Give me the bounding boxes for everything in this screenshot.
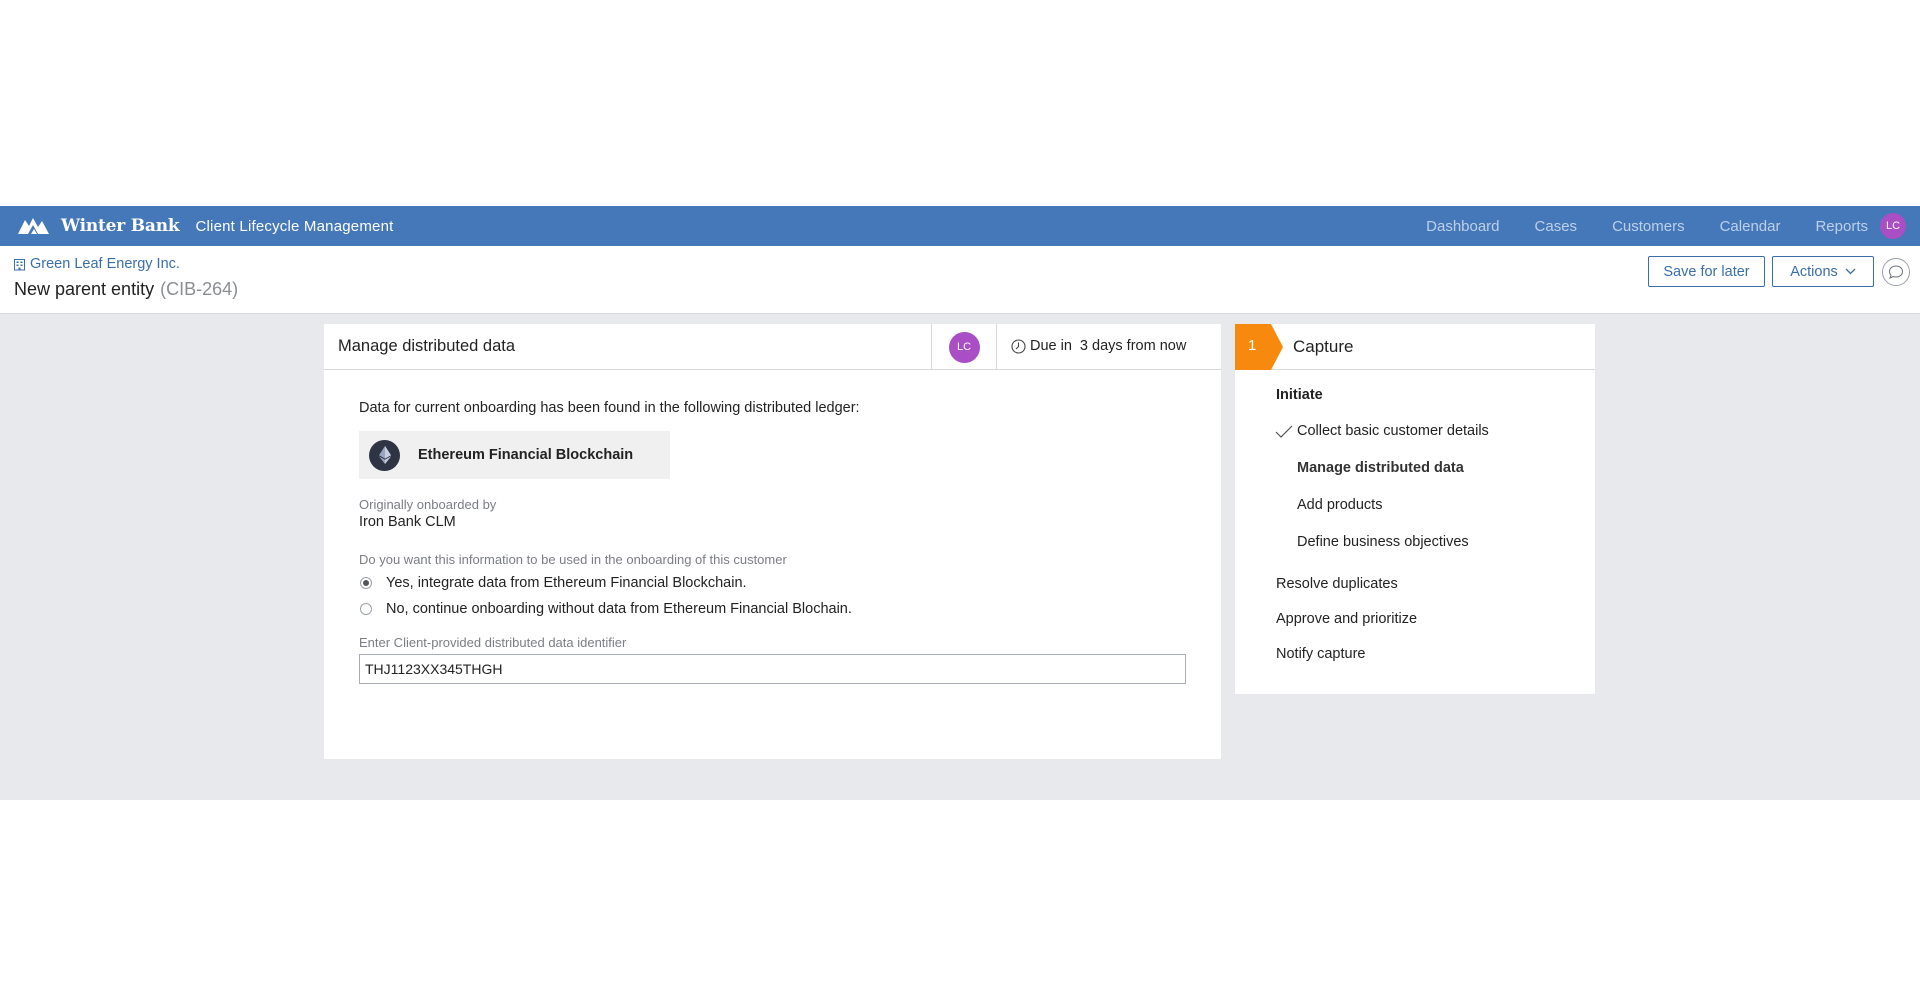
step-collect-details[interactable]: Collect basic customer details (1297, 423, 1489, 439)
stage-number: 1 (1248, 337, 1257, 354)
main-nav: Dashboard Cases Customers Calendar Repor… (1391, 206, 1868, 246)
nav-cases[interactable]: Cases (1535, 218, 1578, 235)
due-label: Due in (1030, 338, 1072, 354)
step-add-products[interactable]: Add products (1297, 497, 1382, 513)
radio-no-label: No, continue onboarding without data fro… (386, 601, 852, 617)
step-approve-prioritize[interactable]: Approve and prioritize (1276, 611, 1417, 627)
stage-title: Capture (1293, 337, 1354, 356)
ledger-name: Ethereum Financial Blockchain (418, 447, 634, 463)
nav-customers[interactable]: Customers (1612, 218, 1685, 235)
entity-title: New parent entity (14, 279, 155, 299)
comments-button[interactable] (1882, 258, 1910, 286)
chat-bubble-icon (1888, 265, 1904, 279)
radio-no-control[interactable] (360, 603, 372, 615)
stage-header: 1 Capture (1235, 324, 1595, 370)
due-value: 3 days from now (1079, 338, 1187, 354)
radio-yes-label: Yes, integrate data from Ethereum Financ… (386, 575, 747, 591)
integration-question: Do you want this information to be used … (359, 552, 787, 567)
clock-icon (1011, 338, 1026, 354)
brand-logo[interactable]: Winter Bank (18, 216, 180, 236)
breadcrumb-label: Green Leaf Energy Inc. (30, 256, 180, 272)
case-id: (CIB-264) (160, 279, 239, 299)
onboarded-by-label: Originally onboarded by (359, 497, 497, 512)
identifier-label: Enter Client-provided distributed data i… (359, 635, 627, 650)
user-avatar[interactable]: LC (1880, 213, 1906, 239)
assignee-avatar[interactable]: LC (948, 331, 980, 363)
stage-chevron-icon (1235, 324, 1283, 370)
due-date: Due in 3 days from now (1011, 338, 1186, 354)
case-header: Green Leaf Energy Inc. New parent entity… (0, 246, 1920, 314)
nav-calendar[interactable]: Calendar (1720, 218, 1781, 235)
identifier-input[interactable] (359, 654, 1186, 684)
step-group-initiate: Initiate (1276, 387, 1323, 403)
brand-name: Winter Bank (61, 216, 180, 236)
ethereum-icon (369, 439, 400, 471)
step-manage-distributed-data[interactable]: Manage distributed data (1297, 460, 1464, 476)
save-button-label: Save for later (1663, 263, 1750, 280)
page-title: New parent entity (CIB-264) (14, 279, 238, 300)
onboarded-by-value: Iron Bank CLM (359, 514, 456, 530)
app-title: Client Lifecycle Management (195, 217, 394, 235)
building-icon (14, 258, 25, 270)
assignee: LC (931, 324, 997, 370)
save-for-later-button[interactable]: Save for later (1648, 256, 1765, 287)
stages-panel: 1 Capture Initiate Collect basic custome… (1235, 324, 1595, 694)
radio-option-no[interactable]: No, continue onboarding without data fro… (360, 601, 852, 617)
actions-button[interactable]: Actions (1772, 256, 1874, 287)
actions-button-label: Actions (1790, 263, 1838, 280)
ledger-intro-text: Data for current onboarding has been fou… (359, 400, 860, 416)
card-title: Manage distributed data (338, 337, 516, 355)
radio-yes-control[interactable] (360, 577, 372, 589)
step-resolve-duplicates[interactable]: Resolve duplicates (1276, 576, 1398, 592)
app-frame: Winter Bank Client Lifecycle Management … (0, 206, 1920, 800)
nav-dashboard[interactable]: Dashboard (1426, 218, 1499, 235)
top-navbar: Winter Bank Client Lifecycle Management … (0, 206, 1920, 246)
breadcrumb[interactable]: Green Leaf Energy Inc. (13, 256, 180, 272)
assignment-card: Manage distributed data LC Due in 3 days… (324, 324, 1221, 759)
chevron-down-icon (1845, 268, 1856, 275)
card-header: Manage distributed data LC Due in 3 days… (324, 324, 1221, 370)
nav-reports[interactable]: Reports (1815, 218, 1868, 235)
winter-bank-logo-icon (18, 218, 49, 234)
step-define-objectives[interactable]: Define business objectives (1297, 534, 1469, 550)
ledger-tile: Ethereum Financial Blockchain (359, 431, 670, 479)
checkmark-icon (1275, 425, 1293, 438)
radio-option-yes[interactable]: Yes, integrate data from Ethereum Financ… (360, 575, 747, 591)
step-notify-capture[interactable]: Notify capture (1276, 646, 1365, 662)
